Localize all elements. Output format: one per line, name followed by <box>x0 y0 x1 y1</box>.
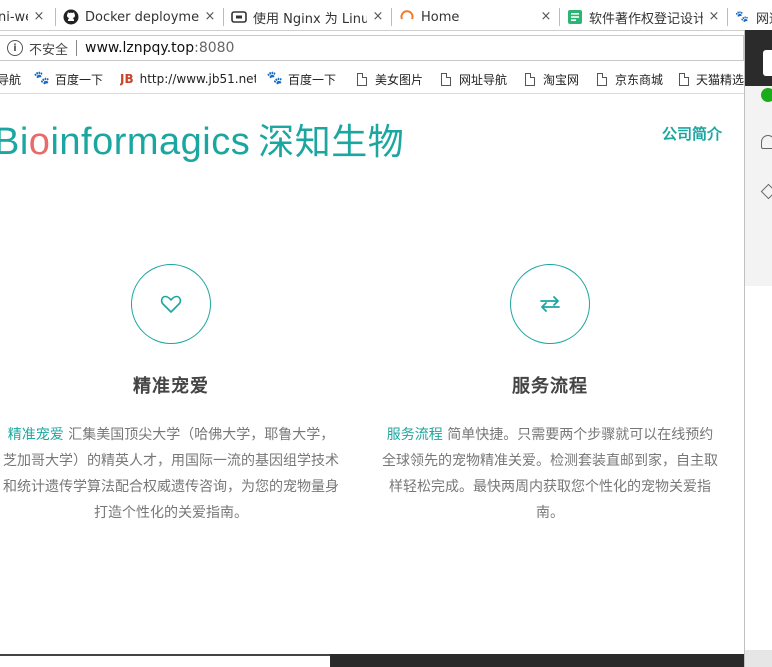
feature-icon-circle <box>510 264 590 344</box>
person-icon[interactable] <box>761 135 772 149</box>
side-window <box>744 30 772 667</box>
bookmark-item[interactable]: 京东商城 <box>595 70 663 88</box>
feature-description: 精准宠爱 汇集美国顶尖大学（哈佛大学，耶鲁大学，芝加哥大学）的精英人才，用国际一… <box>0 422 351 526</box>
bookmark-item[interactable]: 美女图片 <box>355 70 423 88</box>
nav-company-intro-link[interactable]: 公司简介 <box>662 123 722 144</box>
jb51-icon: JB <box>120 72 134 86</box>
link-icon <box>231 9 247 25</box>
tab-divider <box>223 8 224 26</box>
bookmark-label: 美女图片 <box>375 72 424 87</box>
divider <box>76 40 78 56</box>
address-bar-row: i 不安全 www.lznpqy.top :8080 <box>0 32 772 64</box>
paw-icon: 🐾 <box>735 10 749 23</box>
address-bar[interactable]: i 不安全 www.lznpqy.top :8080 <box>0 35 744 61</box>
bookmark-item[interactable]: 🐾 百度一下 <box>33 70 104 88</box>
tab-strip: ni-we × Docker deploymen × 使用 Nginx 为 Li… <box>0 0 772 31</box>
tab-title: ni-we <box>0 9 28 25</box>
bookmark-item[interactable]: 淘宝网 <box>523 70 579 88</box>
chat-icon[interactable] <box>761 88 772 102</box>
tab-divider <box>559 8 560 26</box>
tab-4-active[interactable]: Home × <box>393 3 559 31</box>
feature-lead: 服务流程 <box>386 427 443 443</box>
exchange-arrows-icon <box>540 296 560 312</box>
bookmark-label: 百度一下 <box>55 72 104 87</box>
bookmark-label: 京东商城 <box>615 72 664 87</box>
close-icon[interactable]: × <box>32 10 46 24</box>
github-icon <box>63 9 79 25</box>
side-window-footer <box>745 650 772 667</box>
next-section-edge <box>0 654 744 667</box>
tab-2[interactable]: Docker deploymen × <box>57 3 223 31</box>
tab-divider <box>391 8 392 26</box>
logo-o: o <box>28 121 51 163</box>
app-icon[interactable] <box>763 50 772 76</box>
bookmark-item[interactable]: 导航 <box>0 70 21 88</box>
tab-title: Docker deploymen <box>85 9 199 25</box>
feature-precise-care: 精准宠爱 精准宠爱 汇集美国顶尖大学（哈佛大学，耶鲁大学，芝加哥大学）的精英人才… <box>0 264 351 526</box>
doc-icon <box>595 72 609 86</box>
url-port[interactable]: :8080 <box>194 40 234 56</box>
doc-icon <box>439 72 453 86</box>
logo-prefix: Bi <box>0 121 29 163</box>
page-content: Bioinformagics 深知生物 公司简介 精准宠爱 精准宠爱 汇集美国顶尖… <box>0 95 744 667</box>
bookmark-label: 天猫精选 <box>695 72 744 87</box>
feature-service-process: 服务流程 服务流程 简单快捷。只需要两个步骤就可以在线预约全球领先的宠物精准关爱… <box>370 264 730 526</box>
bookmark-label: 百度一下 <box>288 72 337 87</box>
bookmark-label: 网址导航 <box>459 72 508 87</box>
doc-icon <box>523 72 537 86</box>
doc-green-icon <box>567 9 583 25</box>
logo-chinese: 深知生物 <box>258 122 405 163</box>
section-divider <box>0 654 330 656</box>
bookmark-item[interactable]: 🐾 百度一下 <box>266 70 337 88</box>
security-label[interactable]: 不安全 <box>29 39 68 58</box>
tab-5[interactable]: 软件著作权登记设计 × <box>561 3 727 31</box>
hero-image-edge <box>330 654 744 667</box>
tab-divider <box>55 8 56 26</box>
site-logo[interactable]: Bioinformagics 深知生物 <box>0 113 404 165</box>
feature-description: 服务流程 简单快捷。只需要两个步骤就可以在线预约全球领先的宠物精准关爱。检测套装… <box>370 422 730 526</box>
close-icon[interactable]: × <box>371 10 385 24</box>
bookmark-item[interactable]: JB http://www.jb51.net <box>120 70 256 88</box>
feature-title: 服务流程 <box>512 376 588 397</box>
bookmark-label: http://www.jb51.net <box>139 72 256 86</box>
doc-icon <box>678 72 690 86</box>
bookmarks-bar: 导航 🐾 百度一下 JB http://www.jb51.net 🐾 百度一下 … <box>0 64 744 94</box>
tab-title: 使用 Nginx 为 Linu <box>253 11 367 27</box>
bookmark-item[interactable]: 网址导航 <box>439 70 507 88</box>
bookmark-label: 淘宝网 <box>543 72 580 87</box>
tab-6[interactable]: 🐾 网速 <box>728 3 772 31</box>
bookmark-label: 导航 <box>0 72 22 87</box>
url-host[interactable]: www.lznpqy.top <box>85 40 194 56</box>
heart-icon <box>160 295 182 313</box>
tab-title: Home <box>421 9 460 25</box>
doc-icon <box>355 72 369 86</box>
feature-icon-circle <box>131 264 211 344</box>
feature-lead: 精准宠爱 <box>7 427 64 443</box>
tab-title: 网速 <box>756 11 772 27</box>
tab-1[interactable]: ni-we × <box>0 3 52 31</box>
close-icon[interactable]: × <box>539 10 553 24</box>
bookmark-item[interactable]: 天猫精选 <box>678 70 744 88</box>
close-icon[interactable]: × <box>203 10 217 24</box>
paw-icon: 🐾 <box>33 71 51 86</box>
logo-suffix: informagics <box>50 121 251 163</box>
paw-icon: 🐾 <box>266 71 284 86</box>
info-icon[interactable]: i <box>7 40 23 56</box>
swirl-icon <box>399 9 415 25</box>
feature-title: 精准宠爱 <box>133 376 209 397</box>
close-icon[interactable]: × <box>707 10 721 24</box>
tab-title: 软件著作权登记设计 <box>589 11 703 27</box>
tab-3[interactable]: 使用 Nginx 为 Linu × <box>225 3 391 31</box>
